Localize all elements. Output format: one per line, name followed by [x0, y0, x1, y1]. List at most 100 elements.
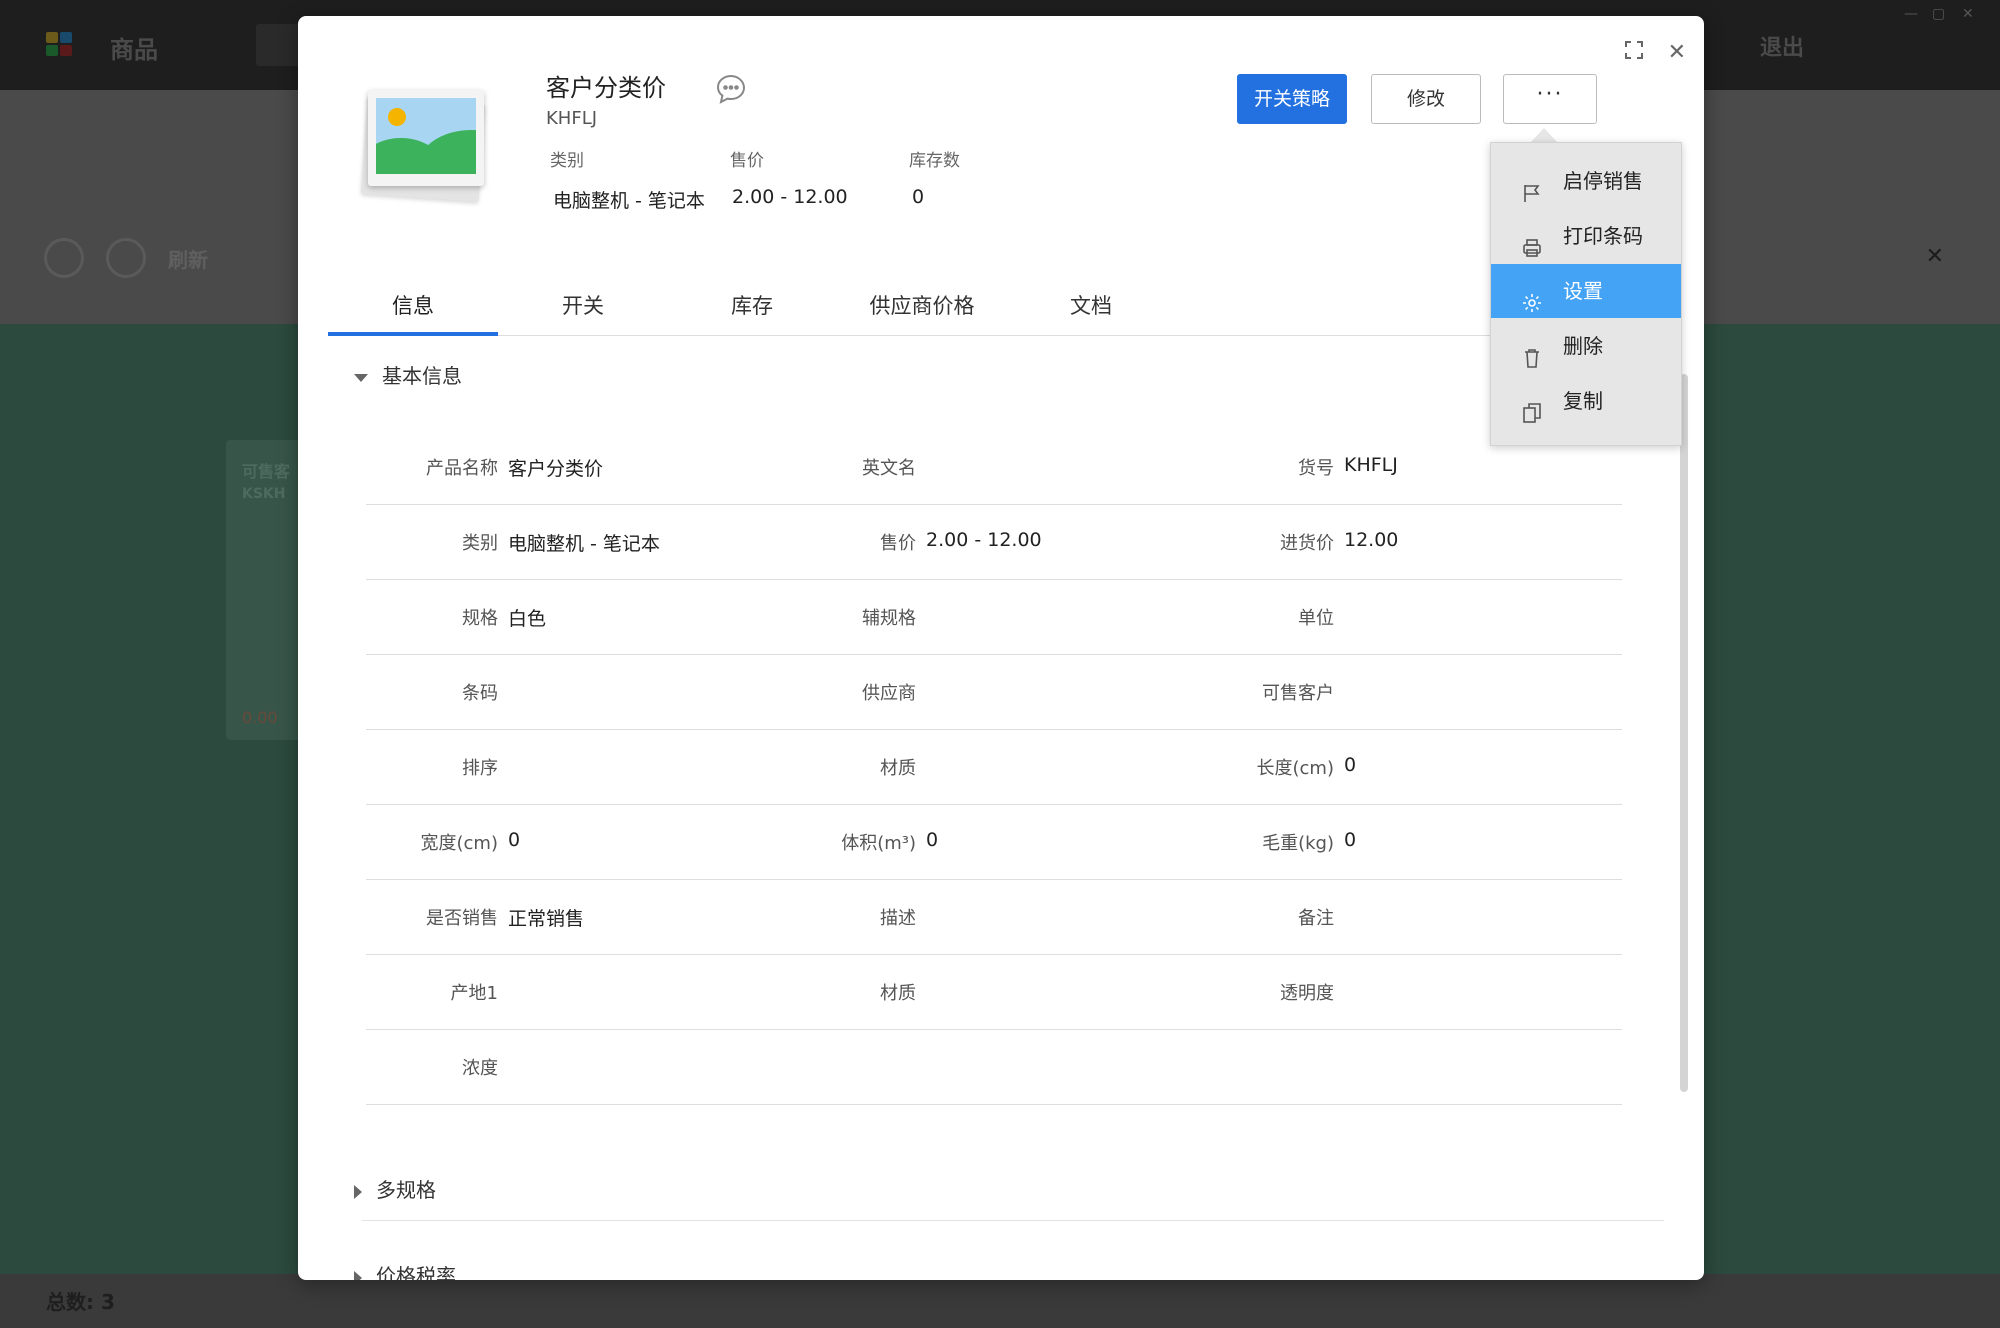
field-value: 2.00 - 12.00	[926, 529, 1042, 551]
app-title: 商品	[110, 36, 158, 64]
field-value: 0	[508, 829, 521, 851]
trash-icon	[1521, 335, 1543, 368]
field-label: 透明度	[1280, 983, 1334, 1004]
tab-supplier-price[interactable]: 供应商价格	[837, 284, 1007, 336]
card-code: KSKH	[242, 486, 286, 502]
field-label: 产品名称	[426, 458, 498, 479]
caret-right-icon	[354, 1270, 362, 1280]
app-footer	[0, 1274, 2000, 1328]
section-multi-spec[interactable]: 多规格	[354, 1174, 436, 1203]
close-icon[interactable]: ✕	[1668, 40, 1686, 65]
table-row: 是否销售 正常销售 描述 备注	[366, 880, 1622, 955]
window-close-icon[interactable]: ✕	[1962, 6, 1974, 22]
field-label: 可售客户	[1262, 683, 1334, 704]
tab-bar: 信息 开关 库存 供应商价格 文档	[328, 284, 1508, 336]
table-row: 排序 材质 长度(cm) 0	[366, 730, 1622, 805]
field-value: 白色	[508, 608, 547, 630]
field-value: 0	[1344, 754, 1357, 776]
caret-right-icon	[354, 1184, 362, 1199]
maximize-icon[interactable]: ▢	[1932, 6, 1945, 22]
summary-price-value: 2.00 - 12.00	[732, 186, 848, 208]
field-label: 条码	[462, 683, 498, 704]
menu-item[interactable]: 复制	[1491, 374, 1681, 428]
menu-item[interactable]: 删除	[1491, 319, 1681, 373]
tab-switch[interactable]: 开关	[498, 284, 668, 336]
menu-item[interactable]: 启停销售	[1491, 154, 1681, 208]
menu-item-label: 删除	[1563, 334, 1603, 358]
section-basic-info-label: 基本信息	[382, 364, 462, 388]
more-button[interactable]: ···	[1503, 74, 1597, 124]
edit-button[interactable]: 修改	[1371, 74, 1481, 124]
minimize-icon[interactable]: —	[1904, 6, 1918, 22]
card-title: 可售客	[242, 462, 291, 481]
field-label: 毛重(kg)	[1262, 833, 1334, 854]
info-table: 产品名称 客户分类价 英文名 货号 KHFLJ 类别 电脑整机 - 笔记本 售价 2.00 - …	[366, 430, 1622, 1105]
clear-search-icon[interactable]: ✕	[1926, 244, 1944, 269]
section-basic-info[interactable]: 基本信息	[354, 360, 462, 389]
menu-item-label: 设置	[1563, 279, 1603, 303]
comment-icon[interactable]	[714, 72, 748, 106]
table-row: 规格 白色 辅规格 单位	[366, 580, 1622, 655]
product-image	[360, 90, 488, 202]
menu-item-label: 打印条码	[1563, 224, 1643, 248]
field-label: 描述	[880, 908, 916, 929]
field-label: 类别	[462, 533, 498, 554]
menu-item[interactable]: 打印条码	[1491, 209, 1681, 263]
field-value: KHFLJ	[1344, 454, 1398, 476]
field-label: 供应商	[862, 683, 916, 704]
menu-item-label: 启停销售	[1563, 169, 1643, 193]
table-row: 宽度(cm) 0 体积(m³) 0 毛重(kg) 0	[366, 805, 1622, 880]
card-price: 0.00	[242, 708, 278, 727]
printer-icon	[1521, 225, 1543, 257]
field-label: 单位	[1298, 608, 1334, 629]
field-label: 浓度	[462, 1058, 498, 1079]
field-value: 0	[926, 829, 939, 851]
fullscreen-icon[interactable]	[1624, 40, 1644, 65]
product-card[interactable]: 可售客 KSKH 0.00	[226, 440, 306, 740]
section-divider	[362, 1220, 1664, 1221]
product-code: KHFLJ	[546, 108, 598, 129]
field-label: 长度(cm)	[1256, 758, 1334, 779]
section-multi-spec-label: 多规格	[376, 1178, 436, 1202]
refresh-label[interactable]: 刷新	[168, 244, 208, 273]
field-label: 辅规格	[862, 608, 916, 629]
table-row: 条码 供应商 可售客户	[366, 655, 1622, 730]
dropdown-arrow	[1530, 128, 1558, 143]
field-label: 货号	[1298, 458, 1334, 479]
field-label: 材质	[880, 758, 916, 779]
gear-icon	[1521, 280, 1543, 312]
tab-documents[interactable]: 文档	[1006, 284, 1176, 336]
table-row: 产品名称 客户分类价 英文名 货号 KHFLJ	[366, 430, 1622, 505]
exit-link[interactable]: 退出	[1760, 30, 1804, 62]
tab-stock[interactable]: 库存	[667, 284, 837, 336]
field-value: 客户分类价	[508, 458, 604, 480]
summary-category-label: 类别	[550, 151, 584, 171]
summary-stock-value: 0	[912, 186, 925, 208]
field-label: 英文名	[862, 458, 916, 479]
menu-icon[interactable]	[44, 238, 84, 278]
tab-info[interactable]: 信息	[328, 284, 498, 336]
more-actions-menu: 启停销售打印条码设置删除复制	[1490, 142, 1682, 446]
menu-item-label: 复制	[1563, 389, 1603, 413]
app-logo	[46, 32, 76, 58]
summary-category-value: 电脑整机 - 笔记本	[553, 190, 705, 212]
flag-icon	[1521, 170, 1543, 202]
field-label: 是否销售	[426, 908, 498, 929]
table-row: 类别 电脑整机 - 笔记本 售价 2.00 - 12.00 进货价 12.00	[366, 505, 1622, 580]
field-label: 备注	[1298, 908, 1334, 929]
menu-item[interactable]: 设置	[1491, 264, 1681, 318]
field-label: 售价	[880, 533, 916, 554]
section-price-tax[interactable]: 价格税率	[354, 1260, 456, 1280]
table-row: 浓度	[366, 1030, 1622, 1105]
caret-down-icon	[354, 373, 368, 382]
field-value: 正常销售	[508, 908, 585, 930]
total-count: 总数: 3	[46, 1290, 115, 1314]
field-value: 0	[1344, 829, 1357, 851]
app-search-box[interactable]: ✕	[1700, 234, 1958, 282]
scrollbar[interactable]	[1680, 374, 1688, 1092]
field-label: 规格	[462, 608, 498, 629]
field-label: 产地1	[450, 983, 498, 1004]
copy-icon	[1521, 390, 1543, 423]
switch-policy-button[interactable]: 开关策略	[1237, 74, 1347, 124]
refresh-icon[interactable]	[106, 238, 146, 278]
